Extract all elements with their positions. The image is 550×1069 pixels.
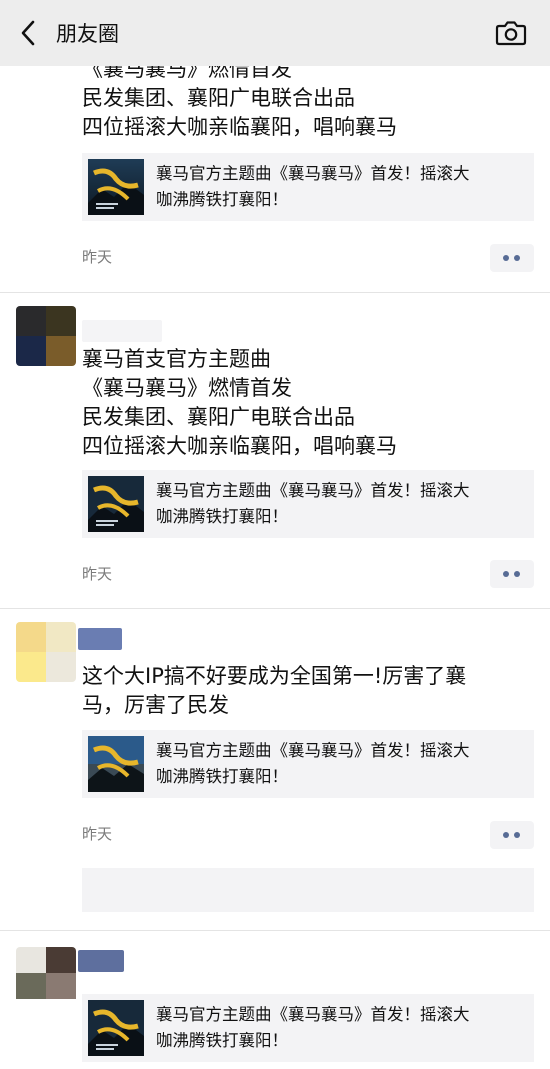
link-card-title-line: 襄马官方主题曲《襄马襄马》首发！摇滚大 (156, 481, 470, 500)
link-card-title-line: 襄马官方主题曲《襄马襄马》首发！摇滚大 (156, 164, 470, 183)
post-timestamp: 昨天 (82, 248, 113, 266)
dot-icon (514, 832, 520, 838)
top-navigation-bar: 朋友圈 (0, 0, 550, 66)
post-text: 这个大IP搞不好要成为全国第一!厉害了襄 马，厉害了民发 (82, 662, 522, 720)
back-button[interactable] (14, 16, 44, 50)
link-card-title: 襄马官方主题曲《襄马襄马》首发！摇滚大 咖沸腾铁打襄阳！ (156, 1002, 530, 1054)
camera-icon (495, 21, 527, 46)
article-thumbnail (88, 476, 144, 532)
likes-comments-area[interactable] (82, 868, 534, 912)
dot-icon (514, 571, 520, 577)
link-card-title-line: 咖沸腾铁打襄阳！ (156, 1031, 288, 1050)
post-text-line: 民发集团、襄阳广电联合出品 (82, 86, 355, 110)
post-text-line: 《襄马襄马》燃情首发 (82, 376, 292, 400)
post-text-line: 四位摇滚大咖亲临襄阳，唱响襄马 (82, 434, 397, 458)
page-title: 朋友圈 (56, 22, 119, 46)
avatar[interactable] (16, 622, 76, 682)
dot-icon (514, 255, 520, 261)
shared-link-card[interactable]: 襄马官方主题曲《襄马襄马》首发！摇滚大 咖沸腾铁打襄阳！ (82, 730, 534, 798)
camera-button[interactable] (494, 18, 528, 48)
dot-icon (503, 571, 509, 577)
article-thumbnail (88, 159, 144, 215)
link-card-title-line: 咖沸腾铁打襄阳！ (156, 190, 288, 209)
link-card-title: 襄马官方主题曲《襄马襄马》首发！摇滚大 咖沸腾铁打襄阳！ (156, 161, 530, 213)
moments-feed: 《襄马襄马》燃情首发 民发集团、襄阳广电联合出品 四位摇滚大咖亲临襄阳，唱响襄马 (0, 0, 550, 1069)
avatar[interactable] (16, 306, 76, 366)
post-timestamp: 昨天 (82, 825, 113, 843)
user-name[interactable] (78, 950, 124, 972)
post-text: 《襄马襄马》燃情首发 民发集团、襄阳广电联合出品 四位摇滚大咖亲临襄阳，唱响襄马 (82, 55, 522, 142)
more-options-button[interactable] (490, 244, 534, 272)
post-text-line: 四位摇滚大咖亲临襄阳，唱响襄马 (82, 115, 397, 139)
more-options-button[interactable] (490, 560, 534, 588)
user-name[interactable] (82, 320, 162, 342)
dot-icon (503, 255, 509, 261)
link-card-title-line: 咖沸腾铁打襄阳！ (156, 507, 288, 526)
user-name[interactable] (78, 628, 122, 650)
link-card-title-line: 咖沸腾铁打襄阳！ (156, 767, 288, 786)
post-timestamp: 昨天 (82, 565, 113, 583)
link-card-title: 襄马官方主题曲《襄马襄马》首发！摇滚大 咖沸腾铁打襄阳！ (156, 738, 530, 790)
avatar[interactable] (16, 947, 76, 1007)
link-card-title-line: 襄马官方主题曲《襄马襄马》首发！摇滚大 (156, 1005, 470, 1024)
post-text-line: 襄马首支官方主题曲 (82, 347, 271, 371)
shared-link-card[interactable]: 襄马官方主题曲《襄马襄马》首发！摇滚大 咖沸腾铁打襄阳！ (82, 153, 534, 221)
article-thumbnail (88, 1000, 144, 1056)
chevron-left-icon (21, 20, 35, 46)
more-options-button[interactable] (490, 821, 534, 849)
post-divider (0, 292, 550, 293)
link-card-title: 襄马官方主题曲《襄马襄马》首发！摇滚大 咖沸腾铁打襄阳！ (156, 478, 530, 530)
dot-icon (503, 832, 509, 838)
article-thumbnail (88, 736, 144, 792)
post-text-line: 这个大IP搞不好要成为全国第一!厉害了襄 (82, 664, 467, 688)
link-card-title-line: 襄马官方主题曲《襄马襄马》首发！摇滚大 (156, 741, 470, 760)
shared-link-card[interactable]: 襄马官方主题曲《襄马襄马》首发！摇滚大 咖沸腾铁打襄阳！ (82, 994, 534, 1062)
post-text: 襄马首支官方主题曲 《襄马襄马》燃情首发 民发集团、襄阳广电联合出品 四位摇滚大… (82, 345, 522, 461)
post-divider (0, 608, 550, 609)
shared-link-card[interactable]: 襄马官方主题曲《襄马襄马》首发！摇滚大 咖沸腾铁打襄阳！ (82, 470, 534, 538)
post-divider (0, 930, 550, 931)
post-text-line: 马，厉害了民发 (82, 693, 229, 717)
post-text-line: 民发集团、襄阳广电联合出品 (82, 405, 355, 429)
